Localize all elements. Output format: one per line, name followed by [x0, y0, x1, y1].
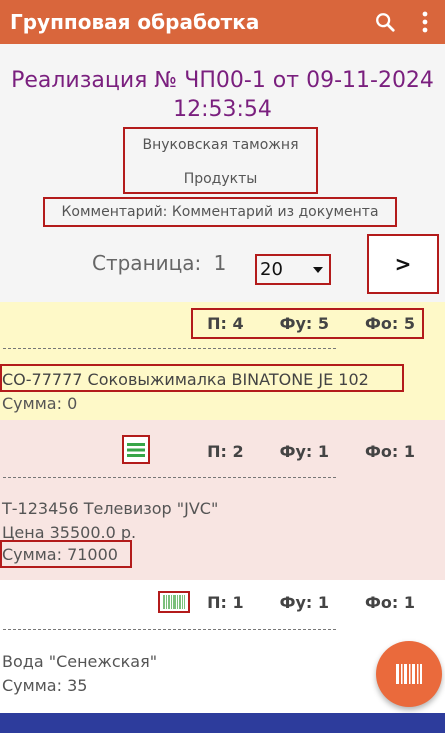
document-comment: Комментарий: Комментарий из документа [43, 197, 397, 227]
page-size-select[interactable]: 20 [255, 254, 331, 285]
list-item[interactable]: П: 1 Фу: 1 Фо: 1 Вода "Сенежская" Сумма:… [0, 580, 445, 713]
search-icon [376, 13, 395, 32]
next-page-button[interactable]: > [367, 234, 439, 294]
document-header: Реализация № ЧП00-1 от 09-11-2024 12:53:… [0, 44, 445, 302]
document-title: Реализация № ЧП00-1 от 09-11-2024 12:53:… [0, 66, 445, 124]
app-bar: Групповая обработка [0, 0, 445, 44]
item-counts: П: 4 Фу: 5 Фо: 5 [207, 314, 415, 333]
divider [3, 629, 336, 630]
app-title: Групповая обработка [10, 10, 260, 34]
item-name: СО-77777 Соковыжималка BINATONE JE 102 [2, 370, 369, 389]
category-label: Продукты [183, 171, 258, 187]
page-size-value: 20 [260, 259, 283, 280]
item-sum: Сумма: 35 [2, 676, 88, 695]
count-p: П: 4 [207, 314, 244, 333]
barcode-scan-icon [396, 664, 422, 684]
count-fo: Фо: 1 [365, 593, 415, 612]
list-item[interactable]: П: 4 Фу: 5 Фо: 5 СО-77777 Соковыжималка … [0, 302, 445, 420]
more-vert-icon [422, 11, 428, 33]
count-fu: Фу: 5 [279, 314, 330, 333]
document-title-line2: 12:53:54 [173, 97, 272, 122]
overflow-menu-button[interactable] [405, 0, 445, 44]
page-label: Страница: [92, 251, 202, 275]
item-sum: Сумма: 71000 [2, 545, 118, 564]
bottom-navigation-bar [0, 713, 445, 733]
item-sum: Сумма: 0 [2, 394, 78, 413]
document-meta: Внуковская таможня Продукты [123, 127, 318, 194]
list-icon-button[interactable] [122, 435, 150, 464]
count-p: П: 1 [207, 593, 244, 612]
divider [3, 348, 336, 349]
item-counts: П: 1 Фу: 1 Фо: 1 [207, 593, 415, 612]
dropdown-arrow-icon [313, 267, 323, 273]
page-number: 1 [213, 251, 227, 275]
item-name: Вода "Сенежская" [2, 652, 158, 671]
count-p: П: 2 [207, 442, 244, 461]
count-fu: Фу: 1 [279, 593, 330, 612]
item-counts: П: 2 Фу: 1 Фо: 1 [207, 442, 415, 461]
customs-label: Внуковская таможня [142, 137, 299, 153]
item-name: Т-123456 Телевизор "JVC" [2, 499, 219, 518]
barcode-icon [163, 595, 185, 609]
search-button[interactable] [365, 0, 405, 44]
scan-fab-button[interactable] [376, 641, 442, 707]
pager: Страница: 1 [92, 251, 226, 275]
list-item[interactable]: П: 2 Фу: 1 Фо: 1 Т-123456 Телевизор "JVC… [0, 420, 445, 580]
count-fo: Фо: 5 [365, 314, 415, 333]
list-lines-icon [127, 442, 145, 457]
barcode-button[interactable] [158, 591, 190, 613]
count-fo: Фо: 1 [365, 442, 415, 461]
divider [3, 477, 336, 478]
document-title-line1: Реализация № ЧП00-1 от 09-11-2024 [11, 68, 434, 93]
count-fu: Фу: 1 [279, 442, 330, 461]
